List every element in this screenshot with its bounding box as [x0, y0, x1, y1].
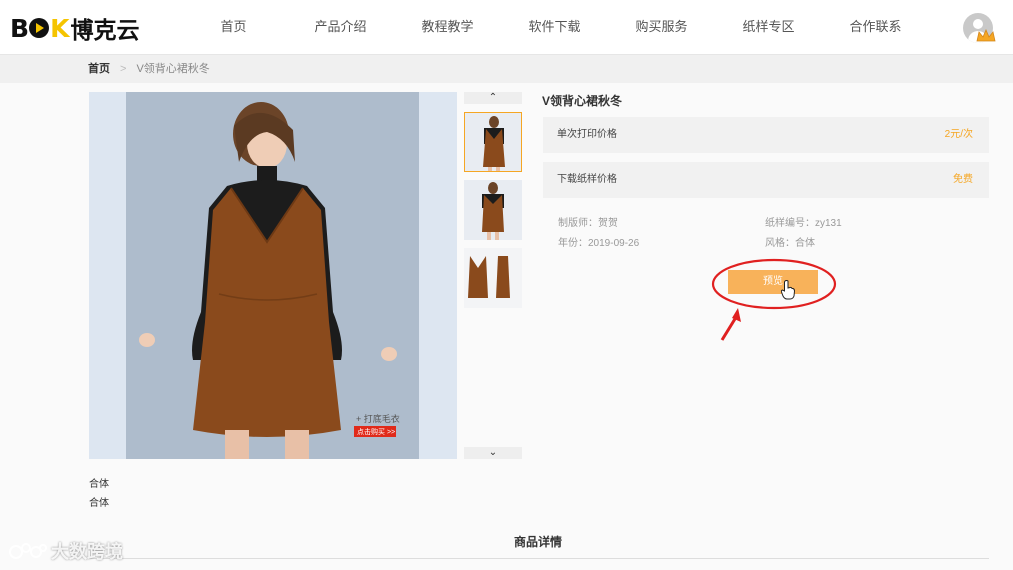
main-nav: 首页 产品介绍 教程教学 软件下载 购买服务 纸样专区 合作联系	[180, 0, 929, 54]
preview-button[interactable]: 预览	[728, 270, 818, 294]
image-buy-tag: 点击购买 >>	[357, 429, 396, 436]
print-price-row: 单次打印价格 2元/次	[543, 117, 989, 153]
designer-info: 制版师：贺贺	[558, 218, 618, 229]
crown-icon	[976, 29, 996, 42]
watermark-text: 大数跨境	[51, 542, 123, 562]
spec-line-1: 合体	[89, 479, 109, 490]
pattern-number-info: 纸样编号：zy131	[765, 218, 842, 229]
download-price-value: 免费	[953, 174, 973, 185]
thumb-up-arrow-icon[interactable]: ⌃	[464, 92, 522, 104]
download-price-row: 下载纸样价格 免费	[543, 162, 989, 198]
print-price-value: 2元/次	[944, 129, 973, 140]
breadcrumb-home[interactable]: 首页	[88, 63, 110, 75]
nav-patterns[interactable]: 纸样专区	[715, 0, 822, 54]
nav-home[interactable]: 首页	[180, 0, 287, 54]
style-info: 风格：合体	[765, 238, 815, 249]
nav-contact[interactable]: 合作联系	[822, 0, 929, 54]
nav-download[interactable]: 软件下载	[501, 0, 608, 54]
breadcrumb-current: V领背心裙秋冬	[136, 63, 210, 75]
download-price-label: 下载纸样价格	[557, 174, 617, 185]
thumbnail-1-image	[465, 113, 521, 171]
product-details-heading: 商品详情	[513, 535, 562, 549]
breadcrumb-bar: 首页 > V领背心裙秋冬	[0, 55, 1013, 83]
product-title: V领背心裙秋冬	[542, 94, 623, 108]
logo-text: 博克云	[70, 18, 140, 44]
thumbnail-2-image	[464, 180, 522, 240]
thumbnail-2[interactable]	[464, 180, 522, 240]
nav-products[interactable]: 产品介绍	[287, 0, 394, 54]
play-icon	[29, 18, 50, 38]
main-product-image[interactable]: + 打底毛衣 点击购买 >>	[89, 92, 457, 459]
thumb-down-arrow-icon[interactable]: ⌄	[464, 447, 522, 459]
image-caption: + 打底毛衣	[356, 414, 400, 424]
top-header: BK 博克云 首页 产品介绍 教程教学 软件下载 购买服务 纸样专区 合作联系	[0, 0, 1013, 55]
year-info: 年份：2019-09-26	[558, 238, 640, 249]
thumbnail-3-image	[464, 248, 522, 308]
spec-line-2: 合体	[89, 498, 109, 509]
details-divider	[88, 558, 989, 559]
thumbnail-1[interactable]	[464, 112, 522, 172]
watermark-logo-icon	[9, 543, 47, 559]
nav-tutorials[interactable]: 教程教学	[394, 0, 501, 54]
breadcrumb-separator: >	[120, 63, 127, 75]
breadcrumb: 首页 > V领背心裙秋冬	[88, 55, 210, 83]
hand-cursor-icon	[781, 280, 795, 300]
watermark: 大数跨境	[8, 538, 123, 564]
logo-mark: BK	[10, 13, 69, 43]
thumbnail-strip: ⌃ ⌄	[464, 92, 522, 459]
site-logo[interactable]: BK 博克云	[10, 13, 140, 45]
thumbnail-3[interactable]	[464, 248, 522, 308]
print-price-label: 单次打印价格	[557, 129, 617, 140]
dress-photo	[89, 92, 457, 459]
nav-purchase[interactable]: 购买服务	[608, 0, 715, 54]
